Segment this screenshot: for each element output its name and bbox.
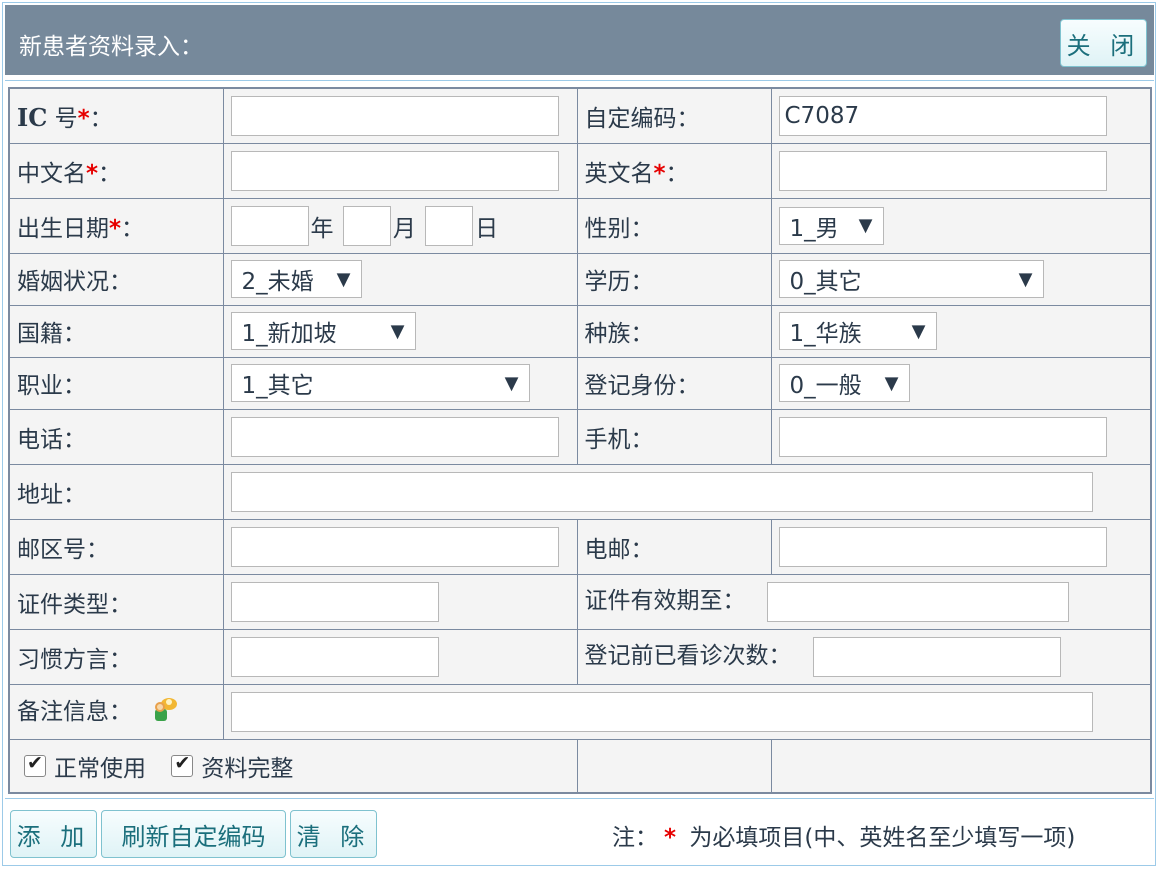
complete-checkbox-label: 资料完整 (201, 755, 294, 782)
education-label: 学历： (576, 252, 772, 306)
dropdown-arrow-icon: ▼ (911, 320, 926, 342)
ic-input[interactable] (230, 95, 559, 136)
reg-identity-select[interactable]: 0_一般 ▼ (778, 364, 910, 402)
birth-date-label: 出生日期*： (8, 197, 224, 254)
email-label: 电邮： (576, 518, 772, 575)
cn-name-input[interactable] (230, 150, 559, 191)
dialog-title: 新患者资料录入： (19, 34, 203, 60)
dialog-header: 新患者资料录入： (5, 5, 1154, 75)
prior-visits-cell: 登记前已看诊次数： (576, 628, 1152, 685)
memo-input[interactable] (230, 691, 1093, 732)
reg-identity-label: 登记身份： (576, 356, 772, 410)
id-expiry-input[interactable] (766, 581, 1069, 622)
dropdown-arrow-icon: ▼ (1018, 268, 1033, 290)
marital-select[interactable]: 2_未婚 ▼ (230, 260, 362, 298)
dialect-label: 习惯方言： (8, 628, 224, 685)
nationality-label: 国籍： (8, 304, 224, 358)
id-expiry-label: 证件有效期至： (584, 588, 746, 615)
nationality-select[interactable]: 1_新加坡 ▼ (230, 312, 416, 350)
birth-month-input[interactable] (342, 205, 391, 246)
birth-year-unit: 年 (310, 215, 334, 242)
custom-code-label: 自定编码： (576, 87, 772, 144)
en-name-label: 英文名*： (576, 142, 772, 199)
id-type-label: 证件类型： (8, 573, 224, 630)
memo-label: 备注信息： (17, 699, 132, 726)
birth-year-input[interactable] (230, 205, 309, 246)
custom-code-input[interactable]: C7087 (778, 95, 1107, 136)
en-name-input[interactable] (778, 150, 1107, 191)
status-checkbox-cell: 正常使用 资料完整 (8, 738, 578, 794)
active-checkbox[interactable] (24, 752, 46, 777)
mobile-input[interactable] (778, 416, 1107, 457)
add-button[interactable]: 添 加 (10, 810, 97, 858)
mobile-label: 手机： (576, 408, 772, 465)
id-type-input[interactable] (230, 581, 439, 622)
gender-label: 性别： (576, 197, 772, 254)
address-input[interactable] (230, 471, 1093, 512)
ic-label: IC 号*： (8, 87, 224, 144)
occupation-label: 职业： (8, 356, 224, 410)
required-note: 注： * 为必填项目(中、英姓名至少填写一项) (612, 825, 1076, 851)
occupation-select[interactable]: 1_其它 ▼ (230, 364, 530, 402)
refresh-code-button[interactable]: 刷新自定编码 (101, 810, 286, 858)
dropdown-arrow-icon: ▼ (336, 268, 351, 290)
empty-cell (770, 738, 1152, 794)
postal-code-label: 邮区号： (8, 518, 224, 575)
prior-visits-label: 登记前已看诊次数： (584, 643, 792, 670)
dialect-input[interactable] (230, 636, 439, 677)
users-icon[interactable] (147, 695, 181, 731)
complete-checkbox[interactable] (171, 752, 194, 777)
empty-cell (576, 738, 772, 794)
gender-select[interactable]: 1_男 ▼ (778, 206, 884, 245)
phone-input[interactable] (230, 416, 559, 457)
phone-label: 电话： (8, 408, 224, 465)
birth-day-unit: 日 (475, 215, 499, 242)
memo-label-cell: 备注信息： (8, 683, 224, 740)
dropdown-arrow-icon: ▼ (858, 215, 873, 236)
dropdown-arrow-icon: ▼ (390, 320, 405, 342)
dropdown-arrow-icon: ▼ (884, 372, 899, 394)
email-input[interactable] (778, 526, 1107, 567)
marital-label: 婚姻状况： (8, 252, 224, 306)
patient-form-table: IC 号*： 自定编码： C7087 中文名*： 英文名*： 出生日期*： 年 … (8, 87, 1152, 794)
id-expiry-cell: 证件有效期至： (576, 573, 1152, 630)
birth-day-input[interactable] (425, 205, 474, 246)
close-button[interactable]: 关 闭 (1060, 19, 1147, 67)
active-checkbox-label: 正常使用 (54, 755, 146, 782)
postal-code-input[interactable] (230, 526, 559, 567)
patient-entry-dialog: 新患者资料录入： 关 闭 IC 号*： 自定编码： C7087 中文名*： 英文… (0, 0, 1159, 869)
prior-visits-input[interactable] (812, 636, 1061, 677)
race-label: 种族： (576, 304, 772, 358)
education-select[interactable]: 0_其它 ▼ (778, 260, 1044, 298)
clear-button[interactable]: 清 除 (290, 810, 377, 858)
race-select[interactable]: 1_华族 ▼ (778, 312, 937, 350)
dropdown-arrow-icon: ▼ (504, 372, 519, 394)
birth-month-unit: 月 (392, 215, 416, 242)
cn-name-label: 中文名*： (8, 142, 224, 199)
address-label: 地址： (8, 463, 224, 520)
